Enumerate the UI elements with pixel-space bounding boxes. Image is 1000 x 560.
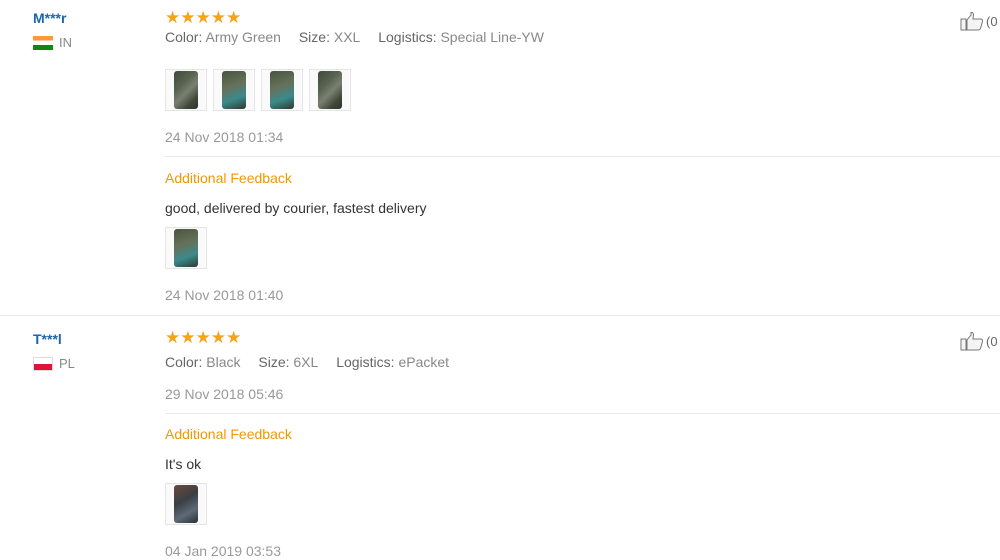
size-value: XXL bbox=[333, 29, 361, 45]
review-item: M***r IN ★★★★★ Color: Army Green Size: X… bbox=[0, 0, 1000, 315]
size-label: Size: bbox=[298, 29, 330, 45]
country-code: PL bbox=[59, 356, 75, 371]
jacket-photo bbox=[174, 485, 198, 523]
review-photo-thumbnail[interactable] bbox=[309, 69, 351, 111]
review-photo-thumbnail[interactable] bbox=[261, 69, 303, 111]
reviewer-country: IN bbox=[33, 35, 143, 50]
country-code: IN bbox=[59, 35, 72, 50]
feedback-divider bbox=[165, 413, 1000, 414]
star-rating: ★★★★★ bbox=[165, 328, 242, 347]
review-photo-thumbnail[interactable] bbox=[165, 227, 207, 269]
review-photo-thumbnail[interactable] bbox=[165, 69, 207, 111]
jacket-photo bbox=[174, 71, 198, 109]
reviewer-name[interactable]: M***r bbox=[33, 9, 143, 27]
order-info: Color: Black Size: 6XL Logistics: ePacke… bbox=[165, 353, 965, 371]
additional-feedback-title: Additional Feedback bbox=[165, 170, 292, 186]
review-date: 29 Nov 2018 05:46 bbox=[165, 386, 284, 402]
helpful-button[interactable]: (0 bbox=[960, 11, 998, 31]
size-label: Size: bbox=[258, 354, 290, 370]
helpful-count: (0 bbox=[986, 13, 998, 29]
star-rating: ★★★★★ bbox=[165, 8, 242, 27]
review-photo-thumbnail[interactable] bbox=[213, 69, 255, 111]
logistics-label: Logistics: bbox=[336, 354, 395, 370]
poland-flag-icon bbox=[33, 356, 53, 371]
color-value: Army Green bbox=[205, 29, 281, 45]
jacket-photo bbox=[270, 71, 294, 109]
order-info: Color: Army Green Size: XXL Logistics: S… bbox=[165, 28, 965, 46]
size-value: 6XL bbox=[293, 354, 319, 370]
logistics-label: Logistics: bbox=[378, 29, 437, 45]
additional-feedback-title: Additional Feedback bbox=[165, 426, 292, 442]
additional-feedback-photos bbox=[165, 227, 207, 269]
logistics-value: ePacket bbox=[398, 354, 450, 370]
additional-feedback-date: 24 Nov 2018 01:40 bbox=[165, 287, 284, 303]
helpful-count: (0 bbox=[986, 333, 998, 349]
jacket-photo bbox=[318, 71, 342, 109]
color-value: Black bbox=[206, 354, 241, 370]
additional-feedback-photos bbox=[165, 483, 207, 525]
jacket-photo bbox=[174, 229, 198, 267]
additional-feedback-date: 04 Jan 2019 03:53 bbox=[165, 543, 281, 559]
reviewer-name[interactable]: T***l bbox=[33, 330, 143, 348]
helpful-button[interactable]: (0 bbox=[960, 331, 998, 351]
logistics-value: Special Line-YW bbox=[440, 29, 544, 45]
feedback-divider bbox=[165, 156, 1000, 157]
reviewer-info: M***r IN bbox=[33, 9, 143, 50]
additional-feedback-text: It's ok bbox=[165, 456, 202, 472]
review-item: T***l PL ★★★★★ Color: Black Size: 6XL Lo… bbox=[0, 316, 1000, 559]
review-photo-thumbnail[interactable] bbox=[165, 483, 207, 525]
india-flag-icon bbox=[33, 35, 53, 50]
review-date: 24 Nov 2018 01:34 bbox=[165, 129, 284, 145]
review-photos bbox=[165, 69, 351, 111]
thumbs-up-icon bbox=[960, 11, 984, 31]
reviewer-info: T***l PL bbox=[33, 330, 143, 371]
jacket-photo bbox=[222, 71, 246, 109]
additional-feedback-text: good, delivered by courier, fastest deli… bbox=[165, 200, 427, 216]
reviewer-country: PL bbox=[33, 356, 143, 371]
color-label: Color: bbox=[165, 354, 203, 370]
color-label: Color: bbox=[165, 29, 203, 45]
thumbs-up-icon bbox=[960, 331, 984, 351]
